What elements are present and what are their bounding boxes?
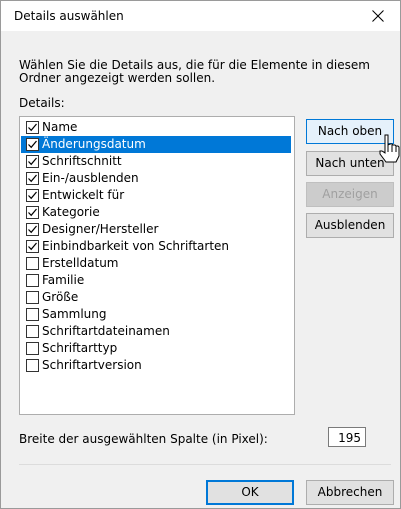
- detail-checkbox[interactable]: [26, 325, 39, 338]
- checkmark-icon: [28, 191, 37, 200]
- list-item-label: Sammlung: [42, 307, 107, 321]
- list-item-label: Schriftartversion: [42, 358, 142, 372]
- detail-checkbox[interactable]: [26, 257, 39, 270]
- title-bar[interactable]: Details auswählen: [1, 1, 400, 31]
- list-item-label: Schriftschnitt: [42, 154, 122, 168]
- detail-checkbox[interactable]: [26, 155, 39, 168]
- list-item-label: Designer/Hersteller: [42, 222, 159, 236]
- list-item-label: Einbindbarkeit von Schriftarten: [42, 239, 230, 253]
- list-item-label: Ein-/ausblenden: [42, 171, 139, 185]
- list-item-label: Erstelldatum: [42, 256, 119, 270]
- cancel-button[interactable]: Abbrechen: [306, 480, 394, 505]
- detail-checkbox[interactable]: [26, 291, 39, 304]
- detail-checkbox[interactable]: [26, 206, 39, 219]
- detail-checkbox[interactable]: [26, 172, 39, 185]
- checkmark-icon: [28, 174, 37, 183]
- checkmark-icon: [28, 242, 37, 251]
- detail-checkbox[interactable]: [26, 359, 39, 372]
- hide-button[interactable]: Ausblenden: [306, 213, 394, 238]
- mouse-cursor-icon: [379, 134, 400, 163]
- checkmark-icon: [28, 123, 37, 132]
- details-listbox[interactable]: Name Änderungsdatum Schriftschnitt Ein-/aus…: [19, 116, 295, 415]
- dialog-title: Details auswählen: [14, 9, 124, 23]
- show-button[interactable]: Anzeigen: [306, 182, 394, 207]
- description-text: Wählen Sie die Details aus, die für die …: [19, 58, 370, 85]
- list-item-label: Größe: [42, 290, 79, 304]
- detail-checkbox[interactable]: [26, 121, 39, 134]
- checkmark-icon: [28, 140, 37, 149]
- checkmark-icon: [28, 157, 37, 166]
- detail-checkbox[interactable]: [26, 274, 39, 287]
- column-width-input[interactable]: 195: [328, 427, 366, 447]
- detail-checkbox[interactable]: [26, 240, 39, 253]
- ok-button[interactable]: OK: [206, 480, 294, 505]
- detail-checkbox[interactable]: [26, 308, 39, 321]
- separator: [19, 464, 391, 465]
- list-item-label: Entwickelt für: [42, 188, 125, 202]
- detail-checkbox[interactable]: [26, 189, 39, 202]
- list-item-label: Name: [42, 120, 78, 134]
- details-label: Details:: [19, 96, 65, 110]
- list-item-label: Änderungsdatum: [42, 137, 146, 151]
- checkmark-icon: [28, 208, 37, 217]
- detail-checkbox[interactable]: [26, 138, 39, 151]
- list-item-label: Kategorie: [42, 205, 100, 219]
- column-width-label: Breite der ausgewählten Spalte (in Pixel…: [19, 432, 268, 446]
- list-item-label: Schriftartdateinamen: [42, 324, 170, 338]
- details-dialog: Details auswählen Wählen Sie die Details…: [0, 0, 401, 509]
- close-icon: [372, 10, 384, 22]
- detail-checkbox[interactable]: [26, 223, 39, 236]
- list-item[interactable]: Änderungsdatum: [21, 136, 291, 153]
- detail-checkbox[interactable]: [26, 342, 39, 355]
- close-button[interactable]: [356, 1, 400, 31]
- checkmark-icon: [28, 225, 37, 234]
- list-item-label: Familie: [42, 273, 85, 287]
- list-item-label: Schriftarttyp: [42, 341, 118, 355]
